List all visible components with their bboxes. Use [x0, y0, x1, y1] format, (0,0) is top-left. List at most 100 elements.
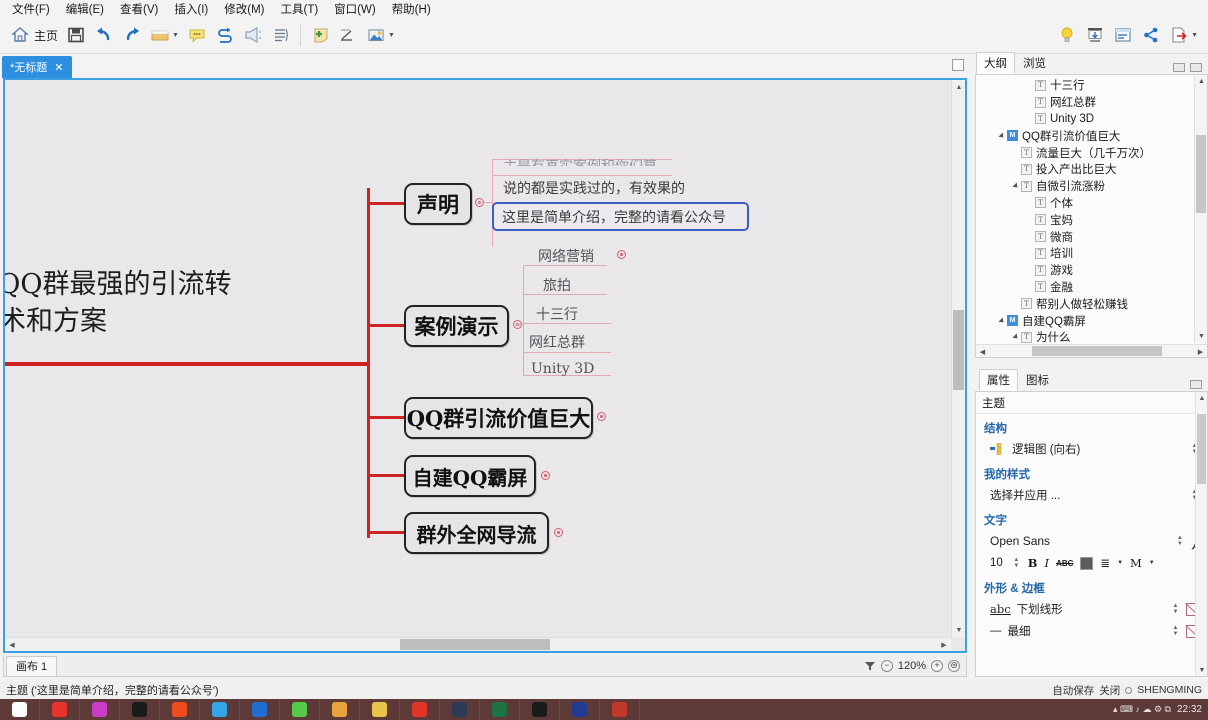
case-child-influencer-group[interactable]: 网红总群 — [529, 332, 585, 352]
topic-qq-group-value[interactable]: QQ群引流价值巨大 — [404, 397, 593, 439]
expand-dot-marketing[interactable] — [617, 250, 626, 259]
strikethrough-button[interactable]: ABC — [1056, 559, 1073, 568]
expand-twisty-icon[interactable] — [996, 317, 1007, 325]
outline-row[interactable]: T 金融 — [976, 279, 1195, 296]
export-button[interactable]: ▼ — [1165, 20, 1202, 50]
export-dropdown-caret[interactable]: ▼ — [1191, 32, 1198, 39]
document-tab[interactable]: *无标题 ✕ — [2, 56, 72, 78]
taskbar-app-app-record[interactable] — [600, 699, 640, 720]
expand-dot-self-built-qq[interactable] — [541, 471, 550, 480]
font-size-spinner[interactable]: ▲ ▼ — [1012, 557, 1021, 570]
case-child-shisanhang[interactable]: 十三行 — [536, 304, 578, 324]
outline-row[interactable]: T 微商 — [976, 228, 1195, 245]
taskbar-app-app-green[interactable] — [280, 699, 320, 720]
save-button[interactable] — [62, 20, 90, 50]
outline-scroll-left-icon[interactable]: ◀ — [976, 345, 989, 357]
taskbar-app-app-dark[interactable] — [440, 699, 480, 720]
taskbar-app-app-blue[interactable] — [240, 699, 280, 720]
bold-button[interactable]: B — [1028, 556, 1038, 570]
zoom-in-button[interactable]: + — [931, 659, 943, 672]
map-canvas[interactable]: 示 | QQ群最强的引流转 化技术和方案 声明 案例演示 QQ群引流价值巨大 — [3, 78, 967, 653]
taskbar-app-app-penguin2[interactable] — [520, 699, 560, 720]
taskbar-app-app-red[interactable] — [40, 699, 80, 720]
outline-button[interactable] — [267, 20, 295, 50]
align-button[interactable]: ≣ — [1100, 556, 1110, 570]
canvas-hscroll-thumb[interactable] — [400, 639, 550, 650]
menu-item-tools[interactable]: 工具(T) — [272, 0, 326, 18]
outline-scroll-down-icon[interactable]: ▼ — [1195, 330, 1207, 343]
property-mystyle-row[interactable]: 选择并应用 ... ▲▼ — [976, 484, 1207, 506]
outline-row[interactable]: T 自微引流涨粉 — [976, 178, 1195, 195]
outline-tree-panel[interactable]: T 十三行 T 网红总群 T Unity 3D M QQ群引流价值巨大 T 流量巨大（几千万次） T… — [975, 74, 1208, 358]
case-child-marketing[interactable]: 网络营销 — [538, 246, 594, 266]
relation-button[interactable] — [334, 20, 362, 50]
expand-twisty-icon[interactable] — [1010, 182, 1021, 190]
maximize-icon[interactable] — [952, 59, 964, 71]
taskbar-app-app-chrome[interactable] — [320, 699, 360, 720]
properties-scrollbar[interactable]: ▲ ▼ — [1195, 392, 1207, 676]
outline-row[interactable]: T 培训 — [976, 245, 1195, 262]
tab-browse[interactable]: 浏览 — [1015, 52, 1054, 74]
root-topic-title[interactable]: 示 | QQ群最强的引流转 化技术和方案 — [5, 266, 375, 341]
outline-row[interactable]: T 游戏 — [976, 262, 1195, 279]
outline-row[interactable]: T 十三行 — [976, 77, 1195, 94]
canvas-horizontal-scrollbar[interactable]: ◀ ▶ — [5, 637, 951, 651]
swap-button[interactable] — [211, 20, 239, 50]
property-underline-row[interactable]: abc 下划线形 ▲ ▼ — [976, 598, 1207, 620]
expand-twisty-icon[interactable] — [1010, 333, 1021, 341]
outline-row[interactable]: T 帮别人做轻松赚钱 — [976, 295, 1195, 312]
case-child-travel-photo[interactable]: 旅拍 — [543, 275, 571, 295]
presentation-button[interactable] — [1081, 20, 1109, 50]
panel-collapse-icon[interactable] — [1190, 63, 1202, 72]
underline-spinner[interactable]: ▲ ▼ — [1171, 603, 1180, 616]
megaphone-button[interactable] — [239, 20, 267, 50]
taskbar-app-app-black-penguin[interactable] — [120, 699, 160, 720]
menu-item-help[interactable]: 帮助(H) — [384, 0, 439, 18]
zoom-fit-button[interactable]: ⊜ — [948, 659, 960, 672]
canvas-vertical-scrollbar[interactable]: ▲ ▼ — [951, 80, 965, 637]
scroll-left-icon[interactable]: ◀ — [5, 638, 19, 651]
menu-item-insert[interactable]: 插入(I) — [166, 0, 216, 18]
case-child-unity3d[interactable]: Unity 3D — [531, 361, 594, 377]
taskbar-app-app-orange[interactable] — [160, 699, 200, 720]
property-font-row[interactable]: Open Sans ▲▼ 𝒻 — [976, 530, 1207, 552]
outline-vertical-scrollbar[interactable]: ▲ ▼ — [1194, 75, 1207, 343]
note-effective[interactable]: 说的都是实践过的，有效果的 — [503, 178, 685, 198]
outline-row[interactable]: M QQ群引流价值巨大 — [976, 127, 1195, 144]
outline-row[interactable]: T Unity 3D — [976, 111, 1195, 128]
menu-item-view[interactable]: 查看(V) — [112, 0, 166, 18]
marker-button[interactable]: M — [1130, 556, 1142, 570]
align-dropdown-caret[interactable]: ▼ — [1117, 560, 1123, 566]
autosave-value[interactable]: 关闭 — [1099, 683, 1120, 698]
redo-button[interactable] — [118, 20, 146, 50]
scroll-down-icon[interactable]: ▼ — [952, 623, 965, 637]
map-canvas-surface[interactable]: 示 | QQ群最强的引流转 化技术和方案 声明 案例演示 QQ群引流价值巨大 — [5, 80, 965, 651]
menu-item-edit[interactable]: 编辑(E) — [58, 0, 112, 18]
filter-icon[interactable] — [864, 660, 876, 672]
taskbar-app-app-yellow-folder[interactable] — [360, 699, 400, 720]
topic-self-built-qq[interactable]: 自建QQ霸屏 — [404, 455, 536, 497]
note-clipped[interactable]: 主是有真实案例和你们算 — [503, 156, 657, 166]
lightbulb-button[interactable] — [1053, 20, 1081, 50]
expand-dot-outflow[interactable] — [554, 528, 563, 537]
taskbar-app-windows-explorer[interactable] — [0, 699, 40, 720]
zoom-out-button[interactable]: − — [880, 659, 893, 672]
image-dropdown-caret[interactable]: ▼ — [388, 32, 395, 39]
outline-scroll-up-icon[interactable]: ▲ — [1195, 75, 1207, 88]
italic-button[interactable]: I — [1045, 556, 1050, 570]
home-button[interactable]: 主页 — [6, 20, 62, 50]
taskbar-app-app-excel[interactable] — [480, 699, 520, 720]
properties-scroll-up-icon[interactable]: ▲ — [1196, 392, 1207, 404]
add-note-button[interactable] — [306, 20, 334, 50]
outline-row[interactable]: T 投入产出比巨大 — [976, 161, 1195, 178]
tab-icons[interactable]: 图标 — [1018, 369, 1057, 391]
properties-scroll-thumb[interactable] — [1197, 414, 1206, 484]
tray-icons[interactable]: ▴ ⌨ ♪ ☁ ⚙ ⧉ — [1113, 704, 1171, 715]
properties-scroll-down-icon[interactable]: ▼ — [1196, 664, 1207, 676]
share-button[interactable] — [1137, 20, 1165, 50]
taskbar-app-app-lightblue[interactable] — [200, 699, 240, 720]
property-structure-row[interactable]: 逻辑图 (向右) ▲▼ — [976, 438, 1207, 460]
outline-scroll-right-icon[interactable]: ▶ — [1194, 345, 1207, 357]
canvas-vscroll-thumb[interactable] — [953, 310, 964, 390]
folder-dropdown-caret[interactable]: ▼ — [172, 32, 179, 39]
